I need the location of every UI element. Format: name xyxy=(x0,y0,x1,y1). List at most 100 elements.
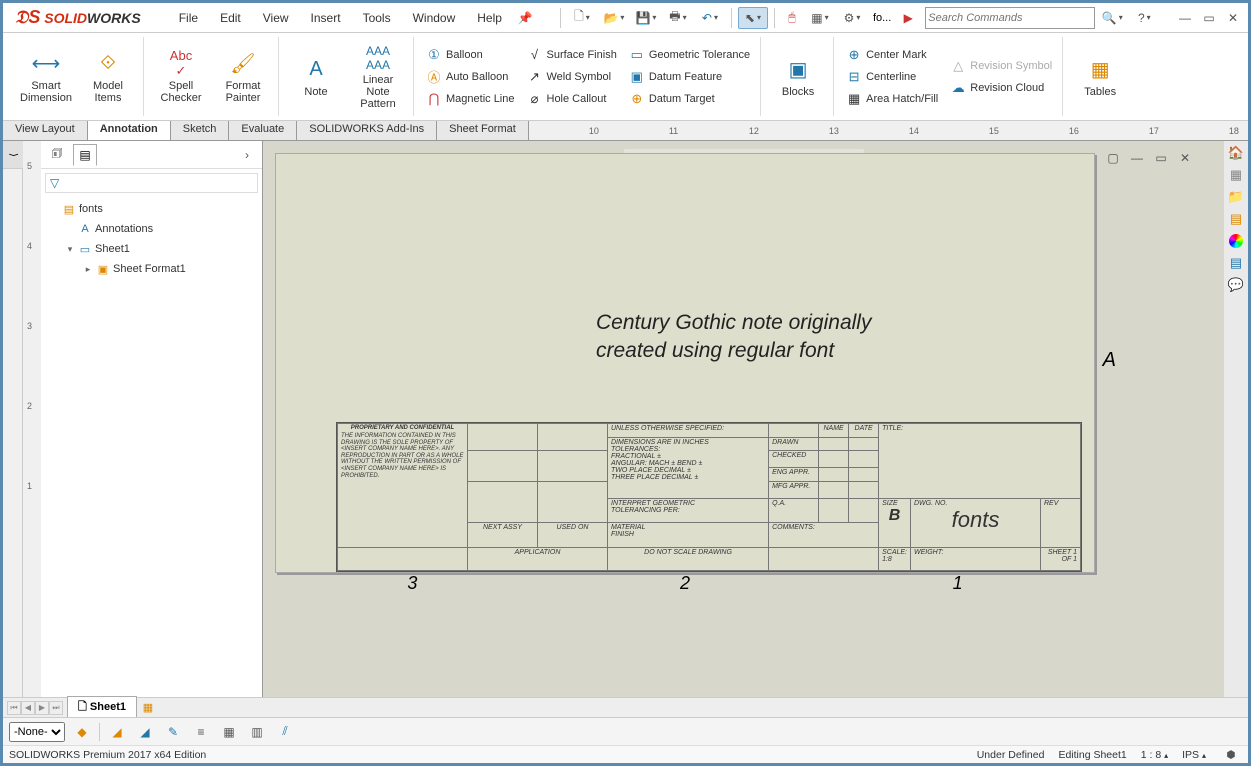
doc-close-icon[interactable]: ✕ xyxy=(1174,147,1196,169)
auto-balloon-button[interactable]: ⒶAuto Balloon xyxy=(422,66,519,88)
tree-root[interactable]: ▤fonts xyxy=(45,199,258,219)
smart-dimension-button[interactable]: ⟷Smart Dimension xyxy=(17,38,75,116)
menu-file[interactable]: File xyxy=(169,7,208,29)
thickness-icon[interactable]: ≡ xyxy=(190,721,212,743)
restore-button[interactable]: ▭ xyxy=(1198,7,1220,29)
tab-sheet-format[interactable]: Sheet Format xyxy=(437,121,529,140)
datum-feature-button[interactable]: ▣Datum Feature xyxy=(625,66,754,88)
search-scope-button[interactable]: 🔍 xyxy=(1097,7,1127,29)
note-text[interactable]: Century Gothic note originally created u… xyxy=(596,309,871,366)
balloon-button[interactable]: ①Balloon xyxy=(422,44,519,66)
vertical-ruler: 54 32 1 xyxy=(23,141,41,697)
app-flag-icon[interactable]: ▶ xyxy=(897,7,919,29)
magnetic-line-button[interactable]: ⋂Magnetic Line xyxy=(422,88,519,110)
model-items-button[interactable]: ⟐Model Items xyxy=(79,38,137,116)
tab-view-layout[interactable]: View Layout xyxy=(3,121,88,140)
status-units[interactable]: IPS ▴ xyxy=(1182,749,1206,761)
layer-props-icon[interactable]: ◆ xyxy=(71,721,93,743)
spell-checker-button[interactable]: Abc✓Spell Checker xyxy=(152,38,210,116)
surface-finish-button[interactable]: √Surface Finish xyxy=(523,44,621,66)
note-button[interactable]: ANote xyxy=(287,38,345,116)
panel-tab-props[interactable]: ▤ xyxy=(73,144,97,166)
weld-symbol-button[interactable]: ↗Weld Symbol xyxy=(523,66,621,88)
doc-next-icon[interactable]: ▢ xyxy=(1102,147,1124,169)
menu-view[interactable]: View xyxy=(253,7,299,29)
resources-icon[interactable]: ▦ xyxy=(1226,165,1246,185)
status-scale[interactable]: 1 : 8 ▴ xyxy=(1141,749,1168,761)
sheet-next-icon[interactable]: ▶ xyxy=(35,701,49,715)
view-palette-icon[interactable]: ▤ xyxy=(1226,209,1246,229)
print-button[interactable]: 🖶 xyxy=(663,7,693,29)
menu-help[interactable]: Help xyxy=(467,7,512,29)
line2-icon[interactable]: ◢ xyxy=(134,721,156,743)
area-hatch-button[interactable]: ▦Area Hatch/Fill xyxy=(842,88,942,110)
color-icon[interactable]: ✎ xyxy=(162,721,184,743)
status-editing[interactable]: Editing Sheet1 xyxy=(1058,749,1126,761)
mouse-icon[interactable]: 🖱 xyxy=(781,7,803,29)
blocks-button[interactable]: ▣Blocks xyxy=(769,38,827,116)
tree-filter[interactable]: ▽ xyxy=(45,173,258,193)
tree-annotations[interactable]: AAnnotations xyxy=(45,219,258,239)
style-icon[interactable]: ▦ xyxy=(218,721,240,743)
save-button[interactable]: 💾 xyxy=(631,7,661,29)
sheet-first-icon[interactable]: ⏮ xyxy=(7,701,21,715)
new-button[interactable]: 🗋 xyxy=(567,7,597,29)
search-input[interactable] xyxy=(926,12,1094,24)
app-logo: 𝔇S SOLIDWORKS xyxy=(7,7,149,28)
tab-addins[interactable]: SOLIDWORKS Add-Ins xyxy=(297,121,437,140)
open-button[interactable]: 📂 xyxy=(599,7,629,29)
select-button[interactable]: ⬉ xyxy=(738,7,768,29)
help-button[interactable]: ? xyxy=(1129,7,1159,29)
forum-icon[interactable]: 💬 xyxy=(1226,275,1246,295)
home-icon[interactable]: 🏠 xyxy=(1226,143,1246,163)
title-block[interactable]: PROPRIETARY AND CONFIDENTIALTHE INFORMAT… xyxy=(336,422,1082,572)
pattern-icon[interactable]: ▥ xyxy=(246,721,268,743)
main-menu: File Edit View Insert Tools Window Help … xyxy=(169,7,536,29)
layer-select[interactable]: -None- xyxy=(9,722,65,742)
doc-min-icon[interactable]: — xyxy=(1126,147,1148,169)
undo-button[interactable]: ↶ xyxy=(695,7,725,29)
hole-callout-button[interactable]: ⌀Hole Callout xyxy=(523,88,621,110)
centerline-button[interactable]: ⊟Centerline xyxy=(842,66,942,88)
revision-cloud-button[interactable]: ☁Revision Cloud xyxy=(946,77,1056,99)
center-mark-button[interactable]: ⊕Center Mark xyxy=(842,44,942,66)
left-tab[interactable]: ⟩ xyxy=(3,141,23,169)
drawing-canvas[interactable]: 🔍 ⛶ 🔎 ✂ ↻ ▦ ◧ 👁 🌐 ◁ ▢ — ▭ ✕ Century G xyxy=(263,141,1224,697)
doc-max-icon[interactable]: ▭ xyxy=(1150,147,1172,169)
library-icon[interactable]: 📁 xyxy=(1226,187,1246,207)
tab-evaluate[interactable]: Evaluate xyxy=(229,121,297,140)
add-sheet-icon[interactable]: ▦ xyxy=(137,697,159,719)
minimize-button[interactable]: — xyxy=(1174,7,1196,29)
pin-icon[interactable]: 📌 xyxy=(514,7,536,29)
menu-tools[interactable]: Tools xyxy=(353,7,401,29)
workspace: ⟩ 54 32 1 🗊 ▤ › ▽ ▤fonts AAnnotations ▾▭… xyxy=(3,141,1248,697)
close-button[interactable]: ✕ xyxy=(1222,7,1244,29)
chart-icon[interactable]: ⫽ xyxy=(274,721,296,743)
status-edition: SOLIDWORKS Premium 2017 x64 Edition xyxy=(9,749,206,761)
linear-note-pattern-button[interactable]: AAAAAALinear Note Pattern xyxy=(349,38,407,116)
panel-tab-tree[interactable]: 🗊 xyxy=(45,144,69,166)
sheet-view[interactable]: Century Gothic note originally created u… xyxy=(275,153,1095,573)
status-flag-icon[interactable]: ⬢ xyxy=(1220,744,1242,766)
tree-sheet1[interactable]: ▾▭Sheet1 xyxy=(45,239,258,259)
tab-sketch[interactable]: Sketch xyxy=(171,121,230,140)
tree-sheet-format[interactable]: ▸▣Sheet Format1 xyxy=(45,259,258,279)
sheet-last-icon[interactable]: ⏭ xyxy=(49,701,63,715)
sheet-prev-icon[interactable]: ◀ xyxy=(21,701,35,715)
panel-expand-icon[interactable]: › xyxy=(236,144,258,166)
format-painter-button[interactable]: 🖌Format Painter xyxy=(214,38,272,116)
menu-edit[interactable]: Edit xyxy=(210,7,251,29)
sheet-tab-1[interactable]: 🗋 Sheet1 xyxy=(67,696,137,719)
menu-insert[interactable]: Insert xyxy=(301,7,351,29)
tables-button[interactable]: ▦Tables xyxy=(1071,38,1129,116)
geometric-tolerance-button[interactable]: ▭Geometric Tolerance xyxy=(625,44,754,66)
search-commands[interactable] xyxy=(925,7,1095,29)
line-icon[interactable]: ◢ xyxy=(106,721,128,743)
custom-props-icon[interactable]: ▤ xyxy=(1226,253,1246,273)
tab-annotation[interactable]: Annotation xyxy=(88,121,171,140)
options-button[interactable]: ⚙ xyxy=(837,7,867,29)
rebuild-button[interactable]: ▦ xyxy=(805,7,835,29)
menu-window[interactable]: Window xyxy=(403,7,466,29)
appearances-icon[interactable] xyxy=(1226,231,1246,251)
datum-target-button[interactable]: ⊕Datum Target xyxy=(625,88,754,110)
